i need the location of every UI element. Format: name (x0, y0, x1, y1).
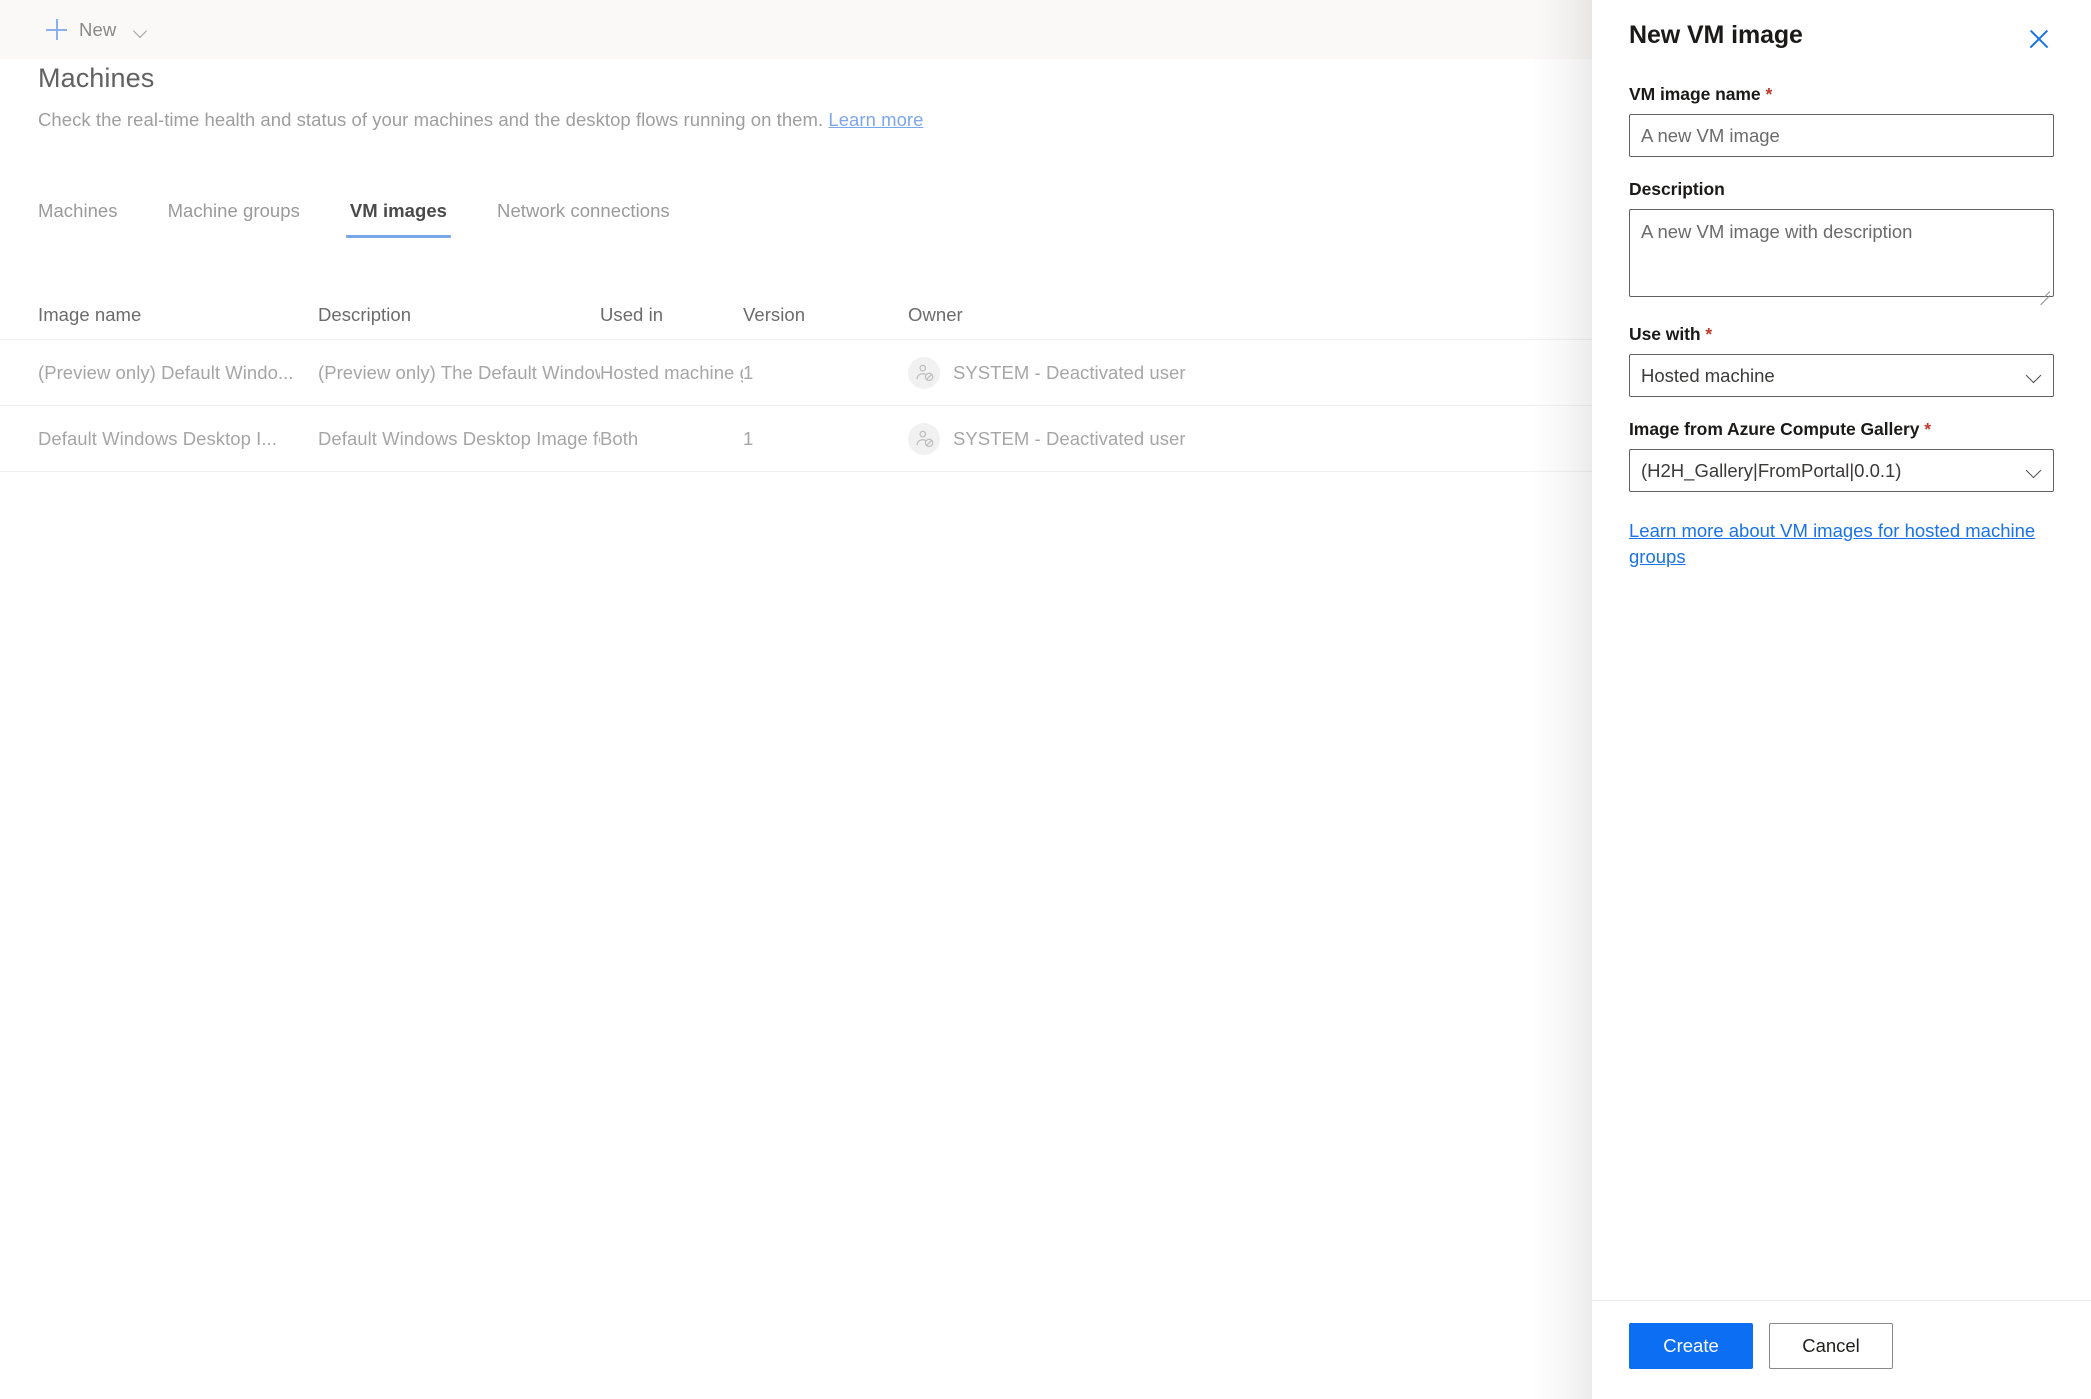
help-link-block: Learn more about VM images for hosted ma… (1629, 518, 2054, 569)
gallery-image-dropdown[interactable]: (H2H_Gallery|FromPortal|0.0.1) (1629, 449, 2054, 492)
label-text: Image from Azure Compute Gallery (1629, 419, 1920, 439)
page-subtitle: Check the real-time health and status of… (38, 109, 1554, 131)
table-row[interactable]: Default Windows Desktop I... Default Win… (0, 406, 1592, 472)
label-description: Description (1629, 179, 2054, 200)
cell-image-name: (Preview only) Default Windo... (38, 361, 294, 383)
description-textarea[interactable] (1629, 209, 2054, 297)
tab-bar: Machines Machine groups VM images Networ… (38, 200, 720, 238)
cell-version: 1 (743, 427, 754, 449)
command-bar: New (0, 0, 1592, 59)
panel-shadow (1532, 0, 1592, 1399)
table-row[interactable]: (Preview only) Default Windo... (Preview… (0, 340, 1592, 406)
label-vm-image-name: VM image name * (1629, 84, 2054, 105)
required-marker: * (1705, 324, 1713, 344)
cell-owner-label: SYSTEM - Deactivated user (953, 361, 1186, 383)
cell-owner: SYSTEM - Deactivated user (908, 422, 1238, 455)
deactivated-user-avatar-icon (908, 422, 940, 455)
description-wrap (1629, 209, 2054, 306)
vm-image-name-input[interactable] (1629, 114, 2054, 157)
panel-title: New VM image (1629, 21, 1803, 49)
deactivated-user-avatar-icon (908, 356, 940, 389)
cell-owner-label: SYSTEM - Deactivated user (953, 427, 1186, 449)
label-text: Use with (1629, 324, 1701, 344)
app-root: New Machines Check the real-time health … (0, 0, 2091, 1399)
plus-icon (46, 19, 67, 40)
label-use-with: Use with * (1629, 324, 2054, 345)
page-header: Machines Check the real-time health and … (0, 59, 1592, 131)
field-gallery-image: Image from Azure Compute Gallery * (H2H_… (1629, 419, 2054, 492)
cell-version: 1 (743, 361, 754, 383)
label-text: Description (1629, 179, 1725, 199)
cancel-button[interactable]: Cancel (1769, 1323, 1893, 1369)
tab-network-connections[interactable]: Network connections (497, 200, 670, 238)
panel-footer: Create Cancel (1592, 1300, 2091, 1399)
gallery-image-value: (H2H_Gallery|FromPortal|0.0.1) (1641, 459, 1902, 481)
chevron-down-icon (134, 26, 148, 34)
chevron-down-icon (2027, 370, 2040, 383)
chevron-down-icon (2027, 465, 2040, 478)
field-use-with: Use with * Hosted machine (1629, 324, 2054, 397)
cell-description: Default Windows Desktop Image for use i.… (318, 427, 600, 449)
create-button[interactable]: Create (1629, 1323, 1753, 1369)
learn-more-link[interactable]: Learn more (828, 109, 923, 130)
tab-machine-groups[interactable]: Machine groups (168, 200, 300, 238)
cell-used-in: Both (600, 427, 639, 449)
use-with-dropdown[interactable]: Hosted machine (1629, 354, 2054, 397)
vm-images-table: Image name Description Used in Version O… (0, 290, 1592, 472)
page-subtitle-text: Check the real-time health and status of… (38, 109, 824, 130)
new-button-label: New (79, 18, 117, 40)
vm-images-help-link[interactable]: Learn more about VM images for hosted ma… (1629, 520, 2035, 567)
cell-used-in: Hosted machine group (600, 361, 743, 383)
panel-header: New VM image (1629, 21, 2054, 54)
cell-description: (Preview only) The Default Windows Desk.… (318, 361, 600, 383)
close-icon[interactable] (2024, 24, 2054, 54)
column-header-description[interactable]: Description (318, 304, 600, 326)
cell-owner: SYSTEM - Deactivated user (908, 356, 1238, 389)
required-marker: * (1765, 84, 1773, 104)
page-title: Machines (38, 63, 155, 93)
field-vm-image-name: VM image name * (1629, 84, 2054, 157)
column-header-used-in[interactable]: Used in (600, 304, 743, 326)
table-header-row: Image name Description Used in Version O… (0, 290, 1592, 340)
new-vm-image-panel: New VM image VM image name * Description (1592, 0, 2091, 1399)
column-header-owner[interactable]: Owner (908, 304, 1238, 326)
column-header-image-name[interactable]: Image name (38, 304, 318, 326)
field-description: Description (1629, 179, 2054, 306)
label-gallery-image: Image from Azure Compute Gallery * (1629, 419, 2054, 440)
label-text: VM image name (1629, 84, 1761, 104)
cell-image-name: Default Windows Desktop I... (38, 427, 277, 449)
panel-body: New VM image VM image name * Description (1592, 0, 2091, 1300)
required-marker: * (1924, 419, 1932, 439)
new-button[interactable]: New (38, 8, 156, 52)
column-header-version[interactable]: Version (743, 304, 908, 326)
tab-vm-images[interactable]: VM images (345, 200, 452, 238)
use-with-value: Hosted machine (1641, 364, 1775, 386)
tab-machines[interactable]: Machines (38, 200, 118, 238)
